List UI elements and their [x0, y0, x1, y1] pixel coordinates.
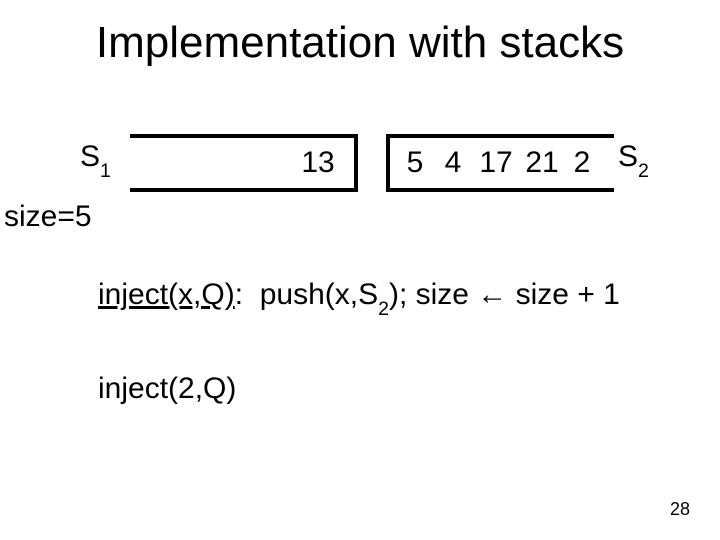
inject-fn-name: inject(x,Q) [98, 278, 235, 311]
inject-body-sub: 2 [378, 298, 389, 320]
stack-s2-cell: 5 [396, 138, 434, 188]
stack-s2-cell: 21 [520, 138, 564, 188]
stack-s2-cell: 2 [564, 138, 600, 188]
inject-definition: inject(x,Q): push(x,S2); size ← size + 1 [98, 278, 620, 317]
inject-body-pre: push(x,S [260, 278, 378, 311]
s1-letter: S [80, 140, 100, 173]
size-label: size=5 [4, 200, 92, 234]
s1-subscript: 1 [100, 160, 111, 182]
page-number: 28 [670, 499, 690, 520]
colon: : [235, 278, 260, 311]
s2-label: S2 [618, 140, 649, 179]
stack-s2-cell: 4 [434, 138, 472, 188]
s2-letter: S [618, 140, 638, 173]
stack-s2: 5 4 17 21 2 [386, 134, 614, 192]
slide: Implementation with stacks S1 13 5 4 17 … [0, 0, 720, 540]
s2-subscript: 2 [638, 160, 649, 182]
stack-s2-cell: 17 [472, 138, 520, 188]
inject-call: inject(2,Q) [98, 372, 236, 406]
stack-s1-cell: 13 [288, 138, 348, 188]
slide-title: Implementation with stacks [0, 18, 720, 68]
inject-body-post: ); size ← size + 1 [389, 278, 620, 311]
s1-label: S1 [80, 140, 111, 179]
stack-s1: 13 [130, 134, 358, 192]
